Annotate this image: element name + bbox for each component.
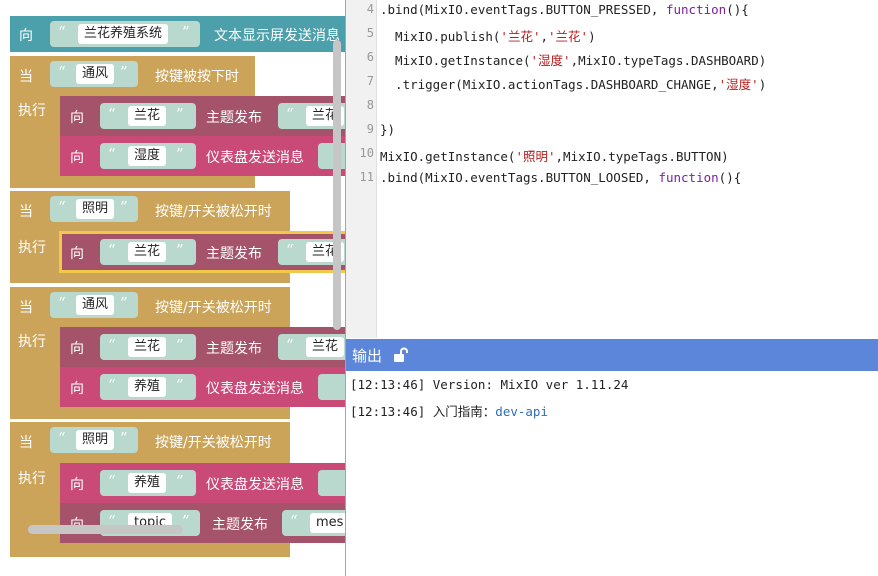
block-action-label: 文本显示屏发送消息 xyxy=(214,28,340,44)
publish-block[interactable]: 向 “ 兰花 ” 主题发布 “ 兰花 xyxy=(60,327,345,367)
line-number: 11 xyxy=(359,170,374,184)
output-title: 输出 xyxy=(352,347,383,365)
log-line: [12:13:46] 入门指南：dev-api xyxy=(350,404,548,419)
dashboard-send-block[interactable]: 向 “ 湿度 ” 仪表盘发送消息 xyxy=(60,136,345,176)
log-line: [12:13:46] Version: MixIO ver 1.11.24 xyxy=(350,377,629,392)
button-name-tag[interactable]: “ 通风 ” xyxy=(50,61,138,87)
line-number: 4 xyxy=(366,2,374,16)
publish-block-selected[interactable]: 向 “ 兰花 ” 主题发布 “ 兰花 xyxy=(59,231,345,273)
dev-api-link[interactable]: dev-api xyxy=(495,404,548,419)
line-number: 7 xyxy=(366,74,374,88)
workspace-vertical-scrollbar[interactable] xyxy=(333,40,341,330)
publish-block[interactable]: 向 “ topic ” 主题发布 “ mes xyxy=(60,503,345,543)
workspace-horizontal-scrollbar[interactable] xyxy=(28,525,183,534)
text-display-send-block[interactable]: 向 “ 兰花养殖系统 ” 文本显示屏发送消息 xyxy=(10,16,345,52)
topic-tag[interactable]: “ 兰花养殖系统 ” xyxy=(50,21,200,47)
dashboard-send-block[interactable]: 向 “ 养殖 ” 仪表盘发送消息 xyxy=(60,463,345,503)
code-line[interactable]: MixIO.getInstance('湿度',MixIO.typeTags.DA… xyxy=(380,50,766,69)
to-keyword: 向 xyxy=(19,28,33,44)
line-number: 6 xyxy=(366,50,374,64)
line-number: 10 xyxy=(359,146,374,160)
line-number: 9 xyxy=(366,122,374,136)
code-line[interactable]: .bind(MixIO.eventTags.BUTTON_LOOSED, fun… xyxy=(380,170,741,185)
dashboard-send-block[interactable]: 向 “ 养殖 ” 仪表盘发送消息 xyxy=(60,367,345,407)
output-console: [12:13:46] Version: MixIO ver 1.11.24 [12… xyxy=(346,371,878,576)
code-line[interactable]: .bind(MixIO.eventTags.BUTTON_PRESSED, fu… xyxy=(380,2,749,17)
code-line[interactable]: .trigger(MixIO.actionTags.DASHBOARD_CHAN… xyxy=(380,74,766,93)
code-editor[interactable]: 4 5 6 7 8 9 10 11 .bind(MixIO.eventTags.BUTTON_… xyxy=(346,0,878,338)
blockly-workspace[interactable]: 向 “ 兰花养殖系统 ” 文本显示屏发送消息 当 “ 通风 ” 按键被按下时 执… xyxy=(0,0,345,576)
line-number: 8 xyxy=(366,98,374,112)
line-number: 5 xyxy=(366,26,374,40)
code-line[interactable]: }) xyxy=(380,122,395,137)
line-number-gutter: 4 5 6 7 8 9 10 11 xyxy=(346,0,377,338)
unlock-icon[interactable] xyxy=(392,347,408,363)
publish-block[interactable]: 向 “ 兰花 ” 主题发布 “ 兰花 xyxy=(60,96,345,136)
code-line[interactable]: MixIO.publish('兰花','兰花') xyxy=(380,26,596,45)
code-line[interactable]: MixIO.getInstance('照明',MixIO.typeTags.BU… xyxy=(380,146,729,165)
output-panel-header: 输出 xyxy=(346,339,878,371)
